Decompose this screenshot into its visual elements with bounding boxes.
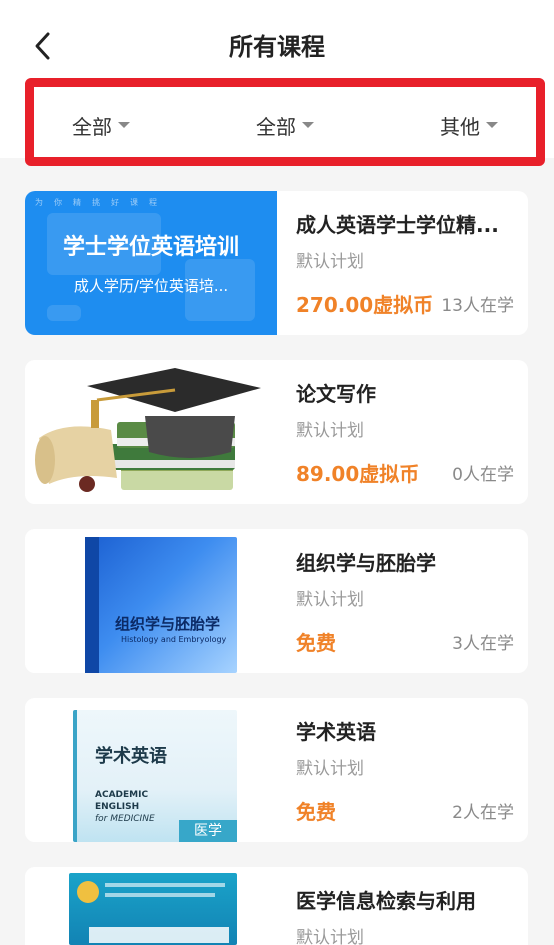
- decor-block: [47, 305, 81, 321]
- course-title: 组织学与胚胎学: [296, 551, 436, 575]
- thumb-top-text: 为你精挑好课程: [35, 198, 168, 207]
- filter-label: 全部: [256, 114, 296, 139]
- decor-line: [105, 883, 225, 887]
- book-cover: [69, 873, 237, 945]
- book-emblem: [77, 881, 99, 903]
- book-title: 组织学与胚胎学: [115, 615, 221, 633]
- filter-type-dropdown[interactable]: 全部: [256, 107, 314, 143]
- filter-other-dropdown[interactable]: 其他: [440, 107, 498, 143]
- book-subtitle: Histology and Embryology: [121, 635, 227, 644]
- book-cover-image: 学术英语 ACADEMIC ENGLISH for MEDICINE 医学: [25, 698, 277, 842]
- decor-block: [89, 927, 229, 943]
- course-card[interactable]: 为你精挑好课程 学士学位英语培训 成人学历/学位英语培... 成人英语学士学位精…: [25, 191, 528, 335]
- course-title: 学术英语: [296, 720, 376, 744]
- course-info: 成人英语学士学位精... 默认计划 270.00虚拟币 13人在学: [296, 191, 514, 335]
- course-info: 医学信息检索与利用 默认计划: [296, 867, 514, 945]
- filter-bar: 全部 全部 其他: [25, 78, 545, 166]
- caret-down-icon: [486, 122, 498, 128]
- book-cover: 组织学与胚胎学 Histology and Embryology: [85, 537, 237, 673]
- course-title: 成人英语学士学位精...: [296, 213, 499, 237]
- book-cover-image: 组织学与胚胎学 Histology and Embryology: [25, 529, 277, 673]
- course-plan: 默认计划: [296, 928, 364, 945]
- caret-down-icon: [302, 122, 314, 128]
- course-info: 论文写作 默认计划 89.00虚拟币 0人在学: [296, 360, 514, 504]
- course-learner-count: 13人在学: [441, 296, 514, 316]
- course-card[interactable]: 组织学与胚胎学 Histology and Embryology 组织学与胚胎学…: [25, 529, 528, 673]
- course-info: 组织学与胚胎学 默认计划 免费 3人在学: [296, 529, 514, 673]
- course-plan: 默认计划: [296, 421, 364, 441]
- book-spine: [85, 537, 99, 673]
- course-card[interactable]: 论文写作 默认计划 89.00虚拟币 0人在学: [25, 360, 528, 504]
- decor-line: [105, 893, 215, 897]
- book-tag: 医学: [179, 820, 237, 842]
- course-price: 89.00虚拟币: [296, 462, 420, 486]
- course-info: 学术英语 默认计划 免费 2人在学: [296, 698, 514, 842]
- course-learner-count: 2人在学: [452, 803, 514, 823]
- book-en-line: ACADEMIC: [95, 790, 149, 800]
- course-plan: 默认计划: [296, 590, 364, 610]
- course-title: 医学信息检索与利用: [296, 889, 476, 913]
- filter-label: 全部: [72, 114, 112, 139]
- book-title: 学术英语: [95, 746, 167, 767]
- course-learner-count: 0人在学: [452, 465, 514, 485]
- page-title: 所有课程: [229, 33, 325, 61]
- course-card[interactable]: 学术英语 ACADEMIC ENGLISH for MEDICINE 医学 学术…: [25, 698, 528, 842]
- caret-down-icon: [118, 122, 130, 128]
- course-learner-count: 3人在学: [452, 634, 514, 654]
- course-price: 免费: [296, 800, 336, 824]
- course-price: 270.00虚拟币: [296, 293, 434, 317]
- filter-label: 其他: [440, 114, 480, 139]
- thumb-sub-text: 成人学历/学位英语培...: [73, 277, 229, 295]
- book-en-line: ENGLISH: [95, 802, 140, 812]
- course-card[interactable]: 医学信息检索与利用 默认计划: [25, 867, 528, 945]
- course-price: 免费: [296, 631, 336, 655]
- course-thumbnail: 为你精挑好课程 学士学位英语培训 成人学历/学位英语培...: [25, 191, 277, 335]
- course-title: 论文写作: [296, 382, 376, 406]
- book-cover-image: [25, 867, 277, 945]
- book-en-line: for MEDICINE: [95, 814, 155, 824]
- thumb-main-text: 学士学位英语培训: [62, 235, 239, 260]
- filter-category-dropdown[interactable]: 全部: [72, 107, 130, 143]
- graduation-cap-image: [25, 360, 277, 504]
- course-plan: 默认计划: [296, 759, 364, 779]
- book-cover: 学术英语 ACADEMIC ENGLISH for MEDICINE 医学: [73, 710, 237, 842]
- course-plan: 默认计划: [296, 252, 364, 272]
